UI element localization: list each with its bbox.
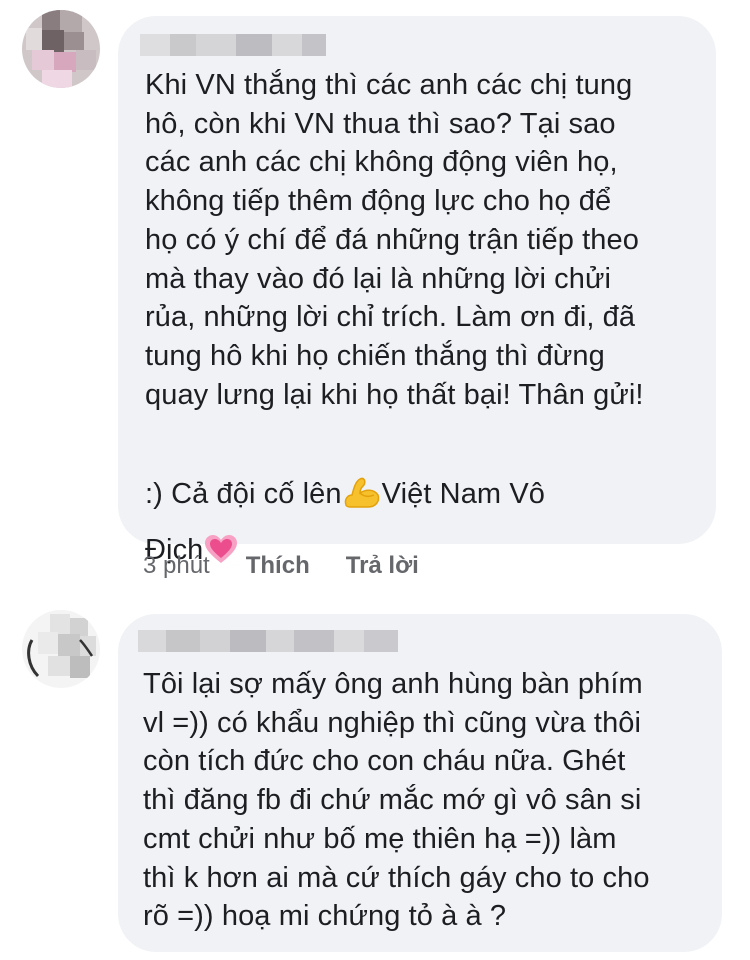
author-name-blurred[interactable] xyxy=(138,630,398,652)
avatar[interactable] xyxy=(22,610,100,688)
author-name-blurred[interactable] xyxy=(140,34,326,56)
like-button[interactable]: Thích xyxy=(246,552,310,580)
comment-actions: 3 phút Thích Trả lời xyxy=(143,552,419,580)
avatar[interactable] xyxy=(22,10,100,88)
comment-1: Khi VN thắng thì các anh các chị tung hô… xyxy=(0,0,750,600)
comment-text: Tôi lại sợ mấy ông anh hùng bàn phím vl … xyxy=(143,668,650,933)
blurred-avatar-icon xyxy=(22,10,100,88)
comment-time[interactable]: 3 phút xyxy=(143,552,210,580)
comment-2: Tôi lại sợ mấy ông anh hùng bàn phím vl … xyxy=(0,600,750,960)
comment-text: Khi VN thắng thì các anh các chị tung hô… xyxy=(145,69,644,411)
reply-button[interactable]: Trả lời xyxy=(346,552,419,580)
blurred-avatar-icon xyxy=(22,610,100,688)
